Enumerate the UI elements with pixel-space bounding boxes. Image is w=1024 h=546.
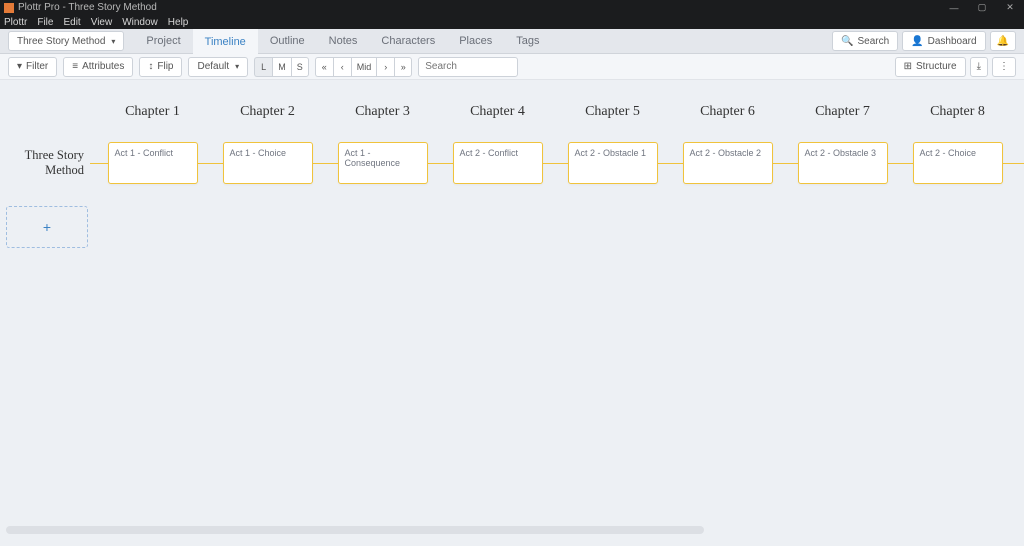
default-label: Default bbox=[197, 61, 229, 72]
chapter-header-row: Chapter 1 Chapter 2 Chapter 3 Chapter 4 … bbox=[95, 104, 1024, 120]
scene-card[interactable]: Act 2 - Obstacle 2 bbox=[683, 142, 773, 184]
window-title: Plottr Pro - Three Story Method bbox=[18, 2, 157, 13]
chapter-header[interactable]: Chapter 4 bbox=[440, 104, 555, 120]
zoom-group: L M S bbox=[254, 57, 309, 77]
nav-next[interactable]: › bbox=[376, 57, 394, 77]
search-icon: 🔍 bbox=[841, 36, 853, 47]
menu-plottr[interactable]: Plottr bbox=[4, 17, 27, 28]
close-button[interactable]: ✕ bbox=[996, 0, 1024, 15]
add-storyline-button[interactable]: + bbox=[6, 206, 88, 248]
zoom-m[interactable]: M bbox=[272, 57, 291, 77]
project-dropdown[interactable]: Three Story Method ▾ bbox=[8, 31, 124, 51]
bell-icon: 🔔 bbox=[997, 36, 1009, 47]
chapter-header[interactable]: Chapter 1 bbox=[95, 104, 210, 120]
chapter-header[interactable]: Chapter 3 bbox=[325, 104, 440, 120]
flip-icon: ↕ bbox=[148, 61, 153, 72]
timeline-search-input[interactable] bbox=[418, 57, 518, 77]
notifications-button[interactable]: 🔔 bbox=[990, 31, 1016, 51]
attributes-label: Attributes bbox=[82, 61, 124, 72]
scene-card[interactable]: Act 2 - Obstacle 3 bbox=[798, 142, 888, 184]
tab-project[interactable]: Project bbox=[134, 29, 192, 54]
search-button-label: Search bbox=[857, 36, 889, 47]
scene-card[interactable]: Act 2 - Choice bbox=[913, 142, 1003, 184]
flip-button[interactable]: ↕ Flip bbox=[139, 57, 182, 77]
attributes-button[interactable]: ≡ Attributes bbox=[63, 57, 133, 77]
filter-button[interactable]: ▾ Filter bbox=[8, 57, 57, 77]
zoom-s[interactable]: S bbox=[291, 57, 309, 77]
more-button[interactable]: ⋮ bbox=[992, 57, 1016, 77]
nav-mid[interactable]: Mid bbox=[351, 57, 377, 77]
chevron-down-icon: ▾ bbox=[111, 37, 115, 46]
structure-button[interactable]: ⊞ Structure bbox=[895, 57, 966, 77]
tab-timeline[interactable]: Timeline bbox=[193, 29, 258, 54]
flip-label: Flip bbox=[157, 61, 173, 72]
export-icon: ⤓ bbox=[977, 61, 981, 72]
structure-label: Structure bbox=[916, 61, 957, 72]
tab-tags[interactable]: Tags bbox=[504, 29, 551, 54]
user-icon: 👤 bbox=[911, 36, 923, 47]
scene-card[interactable]: Act 2 - Conflict bbox=[453, 142, 543, 184]
chapter-header[interactable]: Chapter 2 bbox=[210, 104, 325, 120]
scene-card[interactable]: Act 2 - Obstacle 1 bbox=[568, 142, 658, 184]
tab-notes[interactable]: Notes bbox=[317, 29, 370, 54]
nav-prev[interactable]: ‹ bbox=[333, 57, 351, 77]
timeline-toolbar: ▾ Filter ≡ Attributes ↕ Flip Default ▾ L… bbox=[0, 54, 1024, 80]
maximize-button[interactable]: ▢ bbox=[968, 0, 996, 15]
minimize-button[interactable]: — bbox=[940, 0, 968, 15]
filter-label: Filter bbox=[26, 61, 48, 72]
timeline-area: Chapter 1 Chapter 2 Chapter 3 Chapter 4 … bbox=[0, 80, 1024, 536]
main-toolbar: Three Story Method ▾ Project Timeline Ou… bbox=[0, 29, 1024, 54]
scene-card[interactable]: Act 1 - Consequence bbox=[338, 142, 428, 184]
scene-card[interactable]: Act 1 - Conflict bbox=[108, 142, 198, 184]
chapter-header[interactable]: Chapter 6 bbox=[670, 104, 785, 120]
tab-outline[interactable]: Outline bbox=[258, 29, 317, 54]
menu-view[interactable]: View bbox=[91, 17, 113, 28]
chapter-header[interactable]: Chapter 7 bbox=[785, 104, 900, 120]
menu-file[interactable]: File bbox=[37, 17, 53, 28]
storyline-row: Three Story Method Act 1 - Conflict Act … bbox=[0, 142, 1024, 184]
filter-icon: ▾ bbox=[17, 61, 22, 72]
search-button[interactable]: 🔍 Search bbox=[832, 31, 898, 51]
more-icon: ⋮ bbox=[999, 61, 1009, 72]
chapter-header[interactable]: Chapter 5 bbox=[555, 104, 670, 120]
app-icon bbox=[4, 3, 14, 13]
list-icon: ≡ bbox=[72, 61, 78, 72]
chapter-header[interactable]: Chapter 8 bbox=[900, 104, 1015, 120]
dashboard-button[interactable]: 👤 Dashboard bbox=[902, 31, 985, 51]
menu-window[interactable]: Window bbox=[122, 17, 158, 28]
nav-last[interactable]: » bbox=[394, 57, 412, 77]
menu-edit[interactable]: Edit bbox=[63, 17, 80, 28]
menu-bar: Plottr File Edit View Window Help bbox=[0, 15, 1024, 29]
export-button[interactable]: ⤓ bbox=[970, 57, 988, 77]
window-titlebar: Plottr Pro - Three Story Method — ▢ ✕ bbox=[0, 0, 1024, 15]
project-dropdown-label: Three Story Method bbox=[17, 36, 105, 47]
storyline-label[interactable]: Three Story Method bbox=[0, 148, 90, 178]
menu-help[interactable]: Help bbox=[168, 17, 189, 28]
nav-first[interactable]: « bbox=[315, 57, 333, 77]
default-dropdown[interactable]: Default ▾ bbox=[188, 57, 248, 77]
horizontal-scrollbar[interactable] bbox=[6, 526, 704, 534]
main-tabs: Project Timeline Outline Notes Character… bbox=[134, 29, 551, 54]
nav-group: « ‹ Mid › » bbox=[315, 57, 413, 77]
plus-icon: + bbox=[43, 219, 51, 235]
chevron-down-icon: ▾ bbox=[235, 62, 239, 71]
zoom-l[interactable]: L bbox=[254, 57, 272, 77]
tab-places[interactable]: Places bbox=[447, 29, 504, 54]
structure-icon: ⊞ bbox=[904, 61, 912, 72]
tab-characters[interactable]: Characters bbox=[369, 29, 447, 54]
dashboard-button-label: Dashboard bbox=[928, 36, 977, 47]
scene-card[interactable]: Act 1 - Choice bbox=[223, 142, 313, 184]
